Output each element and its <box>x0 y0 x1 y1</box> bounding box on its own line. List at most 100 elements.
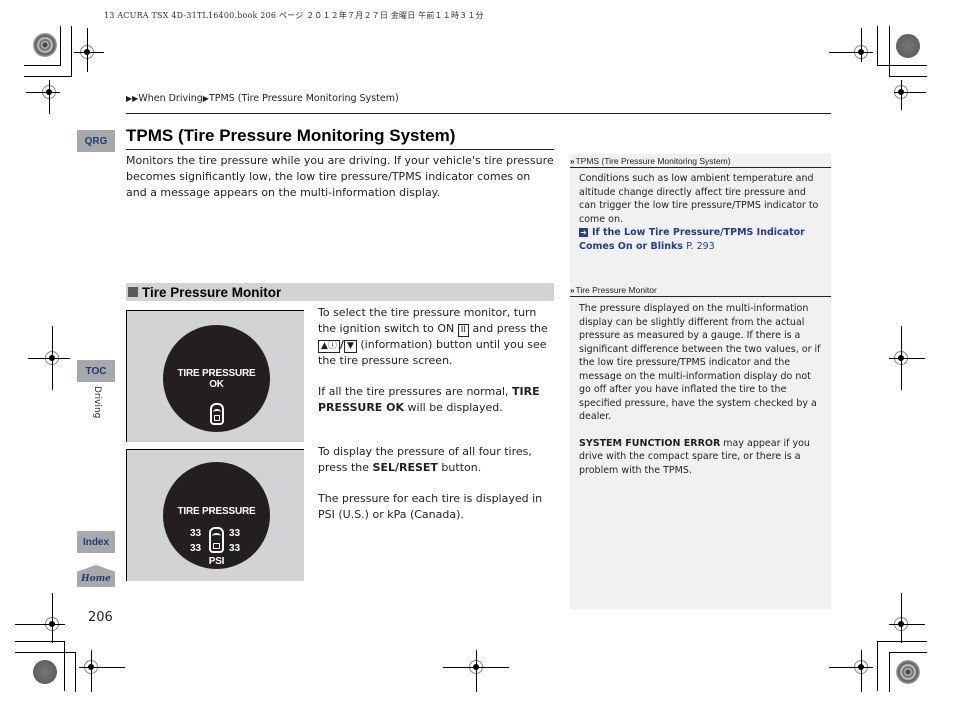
crop-mark <box>15 652 75 653</box>
text: If all the tire pressures are normal, <box>318 385 512 398</box>
note-text: The pressure displayed on the multi-info… <box>579 303 821 422</box>
header-rule <box>126 113 831 114</box>
instruction-sel-reset: To display the pressure of all four tire… <box>318 444 554 476</box>
bold-text: SYSTEM FUNCTION ERROR <box>579 437 721 449</box>
title-rule <box>126 149 554 150</box>
breadcrumb-arrows-icon: ▶▶ <box>126 94 139 103</box>
instructions-block-1: To select the tire pressure monitor, tur… <box>318 305 554 431</box>
crop-mark <box>74 52 104 53</box>
section-label-driving: Driving <box>92 386 102 419</box>
sidebar-note-heading-monitor: »Tire Pressure Monitor <box>570 285 831 297</box>
car-top-view-icon <box>209 527 224 553</box>
crop-mark <box>877 65 927 66</box>
display-text-tire-pressure: TIRE PRESSURE <box>177 506 256 517</box>
note-error: SYSTEM FUNCTION ERROR may appear if you … <box>579 437 824 478</box>
breadcrumb-item-tpms[interactable]: TPMS (Tire Pressure Monitoring System) <box>209 93 399 104</box>
print-registration-disc-bottom-right <box>896 660 920 684</box>
crop-mark <box>24 76 72 77</box>
crop-mark <box>15 641 65 642</box>
crop-mark <box>26 92 60 93</box>
instructions-block-2: To display the pressure of all four tire… <box>318 444 554 538</box>
breadcrumb: ▶▶When Driving▶TPMS (Tire Pressure Monit… <box>126 93 399 104</box>
home-tab[interactable]: Home <box>77 565 115 587</box>
display-unit-psi: PSI <box>208 556 225 567</box>
crop-mark <box>64 641 65 691</box>
crop-mark <box>889 358 925 359</box>
display-text-tire-pressure: TIRE PRESSURE <box>177 368 256 379</box>
crop-mark <box>829 52 873 53</box>
text: will be displayed. <box>404 401 503 414</box>
print-registration-disc-top-left <box>33 33 57 57</box>
crop-mark <box>75 652 76 692</box>
crop-mark <box>901 326 902 390</box>
crop-mark <box>52 593 53 643</box>
crop-mark <box>28 358 70 359</box>
text: button. <box>437 461 482 474</box>
heading-text: Tire Pressure Monitor <box>575 285 657 295</box>
crop-mark <box>877 641 927 642</box>
crop-mark <box>889 624 925 625</box>
car-top-view-icon <box>210 403 224 425</box>
page-number: 206 <box>88 610 113 625</box>
sidebar-note-monitor: The pressure displayed on the multi-info… <box>579 302 824 477</box>
crop-mark <box>889 26 890 76</box>
instruction-select-monitor: To select the tire pressure monitor, tur… <box>318 305 554 369</box>
qrg-tab[interactable]: QRG <box>77 130 115 152</box>
double-chevron-icon: » <box>570 286 575 295</box>
print-registration-disc-bottom-left <box>33 660 57 684</box>
double-chevron-icon: » <box>570 157 575 166</box>
display-screen-tire-pressure-ok: TIRE PRESSURE OK <box>126 310 304 442</box>
page-title: TPMS (Tire Pressure Monitoring System) <box>126 126 456 145</box>
crop-mark <box>24 65 61 66</box>
print-header: 13 ACURA TSX 4D-31TL16400.book 206 ページ ２… <box>104 11 484 20</box>
crop-mark <box>901 593 902 643</box>
pressure-rear-right: 33 <box>229 543 241 554</box>
pressure-front-left: 33 <box>190 528 202 539</box>
cross-reference-link[interactable]: ➔ If the Low Tire Pressure/TPMS Indicator… <box>579 226 824 253</box>
link-page[interactable]: P. 293 <box>686 241 714 252</box>
crop-mark <box>71 26 72 76</box>
index-tab[interactable]: Index <box>77 531 115 553</box>
crop-mark <box>52 326 53 390</box>
crop-mark <box>894 92 926 93</box>
section-heading-bar: Tire Pressure Monitor <box>126 283 554 301</box>
info-down-button-icon: ▼ <box>343 340 357 353</box>
instruction-units: The pressure for each tire is displayed … <box>318 492 543 521</box>
crop-mark <box>15 624 65 625</box>
home-label: Home <box>81 574 111 584</box>
text: and press the <box>469 322 548 335</box>
crop-mark <box>79 667 125 668</box>
crop-mark <box>877 26 878 66</box>
info-up-button-icon: ▲ⓘ <box>318 340 340 353</box>
print-registration-disc-top-right <box>896 34 920 58</box>
display-screen-tire-pressures: TIRE PRESSURE 33 33 33 33 PSI <box>126 449 304 581</box>
display-circle: TIRE PRESSURE OK <box>163 325 270 432</box>
crop-mark <box>889 652 927 653</box>
instruction-pressure-ok: If all the tire pressures are normal, TI… <box>318 384 554 416</box>
crop-mark <box>49 80 50 114</box>
bold-text: SEL/RESET <box>372 461 438 474</box>
intro-paragraph: Monitors the tire pressure while you are… <box>126 154 554 199</box>
crop-mark <box>901 80 902 110</box>
section-heading: Tire Pressure Monitor <box>142 284 282 300</box>
sidebar-note-heading-tpms: »TPMS (Tire Pressure Monitoring System) <box>570 156 831 168</box>
sidebar-note-tpms: Conditions such as low ambient temperatu… <box>579 172 824 253</box>
ignition-on-key-icon: II <box>457 324 470 337</box>
crop-mark <box>476 650 477 692</box>
crop-mark <box>60 26 61 66</box>
crop-mark <box>861 28 862 62</box>
crop-mark <box>877 641 878 691</box>
toc-tab[interactable]: TOC <box>77 360 115 382</box>
pressure-rear-left: 33 <box>190 543 202 554</box>
crop-mark <box>889 652 890 692</box>
pressure-front-right: 33 <box>229 528 241 539</box>
crop-mark <box>87 28 88 72</box>
link-arrow-icon: ➔ <box>579 228 588 237</box>
breadcrumb-item-when-driving[interactable]: When Driving <box>138 93 202 104</box>
crop-mark <box>91 650 92 692</box>
crop-mark <box>861 650 862 692</box>
note-text: Conditions such as low ambient temperatu… <box>579 173 819 225</box>
crop-mark <box>889 76 927 77</box>
display-circle: TIRE PRESSURE 33 33 33 33 PSI <box>163 462 270 569</box>
heading-text: TPMS (Tire Pressure Monitoring System) <box>575 156 731 166</box>
